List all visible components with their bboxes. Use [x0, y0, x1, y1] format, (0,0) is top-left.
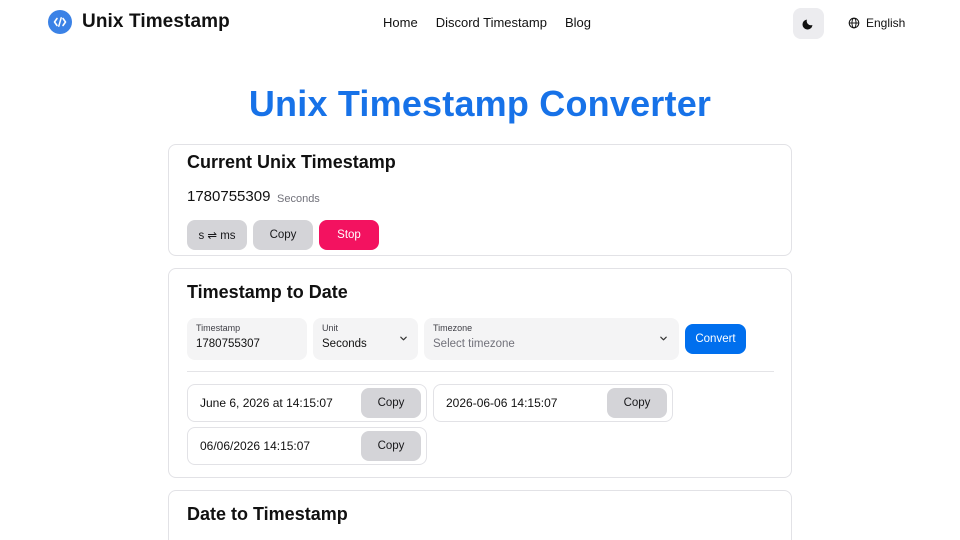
- brand-name: Unix Timestamp: [82, 11, 230, 32]
- current-timestamp-value: 1780755309: [187, 188, 271, 205]
- language-selector[interactable]: English: [848, 16, 905, 30]
- convert-button[interactable]: Convert: [685, 324, 746, 354]
- result-item: June 6, 2026 at 14:15:07 Copy: [187, 384, 427, 422]
- result-item: 06/06/2026 14:15:07 Copy: [187, 427, 427, 465]
- globe-icon: [848, 17, 860, 29]
- page-title: Unix Timestamp Converter: [248, 83, 712, 124]
- nav-home[interactable]: Home: [383, 15, 418, 30]
- card-title: Timestamp to Date: [187, 282, 348, 302]
- moon-icon: [802, 19, 813, 30]
- unit-label: Unit: [322, 323, 339, 333]
- timestamp-value: 1780755307: [196, 338, 260, 350]
- current-timestamp-card: Current Unix Timestamp 1780755309 Second…: [168, 144, 792, 256]
- unit-select[interactable]: Unit Seconds: [313, 318, 418, 360]
- card-title: Current Unix Timestamp: [187, 152, 396, 172]
- card-title: Date to Timestamp: [187, 504, 348, 524]
- language-label: English: [866, 16, 906, 30]
- result-text: 2026-06-06 14:15:07: [446, 396, 558, 410]
- main-nav: Home Discord Timestamp Blog: [383, 15, 609, 30]
- result-text: 06/06/2026 14:15:07: [200, 439, 311, 453]
- current-timestamp-unit: Seconds: [277, 193, 320, 205]
- timezone-label: Timezone: [433, 323, 473, 333]
- toggle-unit-button[interactable]: s ⇌ ms: [187, 220, 247, 250]
- chevron-down-icon: [660, 336, 667, 341]
- timestamp-to-date-card: Timestamp to Date Timestamp 1780755307 U…: [168, 268, 792, 478]
- copy-result-button[interactable]: Copy: [361, 431, 421, 461]
- unit-value: Seconds: [322, 338, 367, 350]
- brand[interactable]: Unix Timestamp: [48, 10, 230, 34]
- nav-blog[interactable]: Blog: [565, 15, 591, 30]
- nav-discord-timestamp[interactable]: Discord Timestamp: [436, 15, 547, 30]
- site-header: Unix Timestamp Home Discord Timestamp Bl…: [0, 0, 960, 46]
- copy-result-button[interactable]: Copy: [361, 388, 421, 418]
- result-text: June 6, 2026 at 14:15:07: [200, 396, 333, 410]
- timezone-select[interactable]: Timezone Select timezone: [424, 318, 679, 360]
- stop-button[interactable]: Stop: [319, 220, 379, 250]
- result-item: 2026-06-06 14:15:07 Copy: [433, 384, 673, 422]
- divider: [187, 371, 774, 372]
- copy-result-button[interactable]: Copy: [607, 388, 667, 418]
- timezone-placeholder: Select timezone: [433, 338, 515, 350]
- theme-toggle-button[interactable]: [793, 8, 824, 39]
- code-icon: [48, 10, 72, 34]
- timestamp-label: Timestamp: [196, 323, 241, 333]
- chevron-down-icon: [400, 336, 407, 341]
- date-to-timestamp-card: Date to Timestamp: [168, 490, 792, 540]
- copy-current-button[interactable]: Copy: [253, 220, 313, 250]
- timestamp-input[interactable]: Timestamp 1780755307: [187, 318, 307, 360]
